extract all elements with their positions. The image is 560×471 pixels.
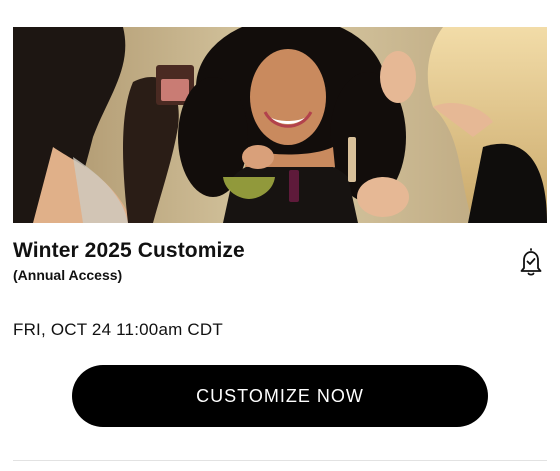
customize-now-button[interactable]: CUSTOMIZE NOW	[72, 365, 488, 427]
hero-photo-illustration	[13, 27, 547, 223]
event-subtitle: (Annual Access)	[13, 267, 123, 283]
divider	[13, 460, 547, 461]
reminder-bell-button[interactable]	[513, 244, 549, 280]
event-info: Winter 2025 Customize (Annual Access)	[13, 238, 483, 283]
event-hero-image	[13, 27, 547, 223]
bell-icon	[520, 248, 542, 276]
event-title: Winter 2025 Customize	[13, 239, 245, 262]
event-date: FRI, OCT 24 11:00am CDT	[13, 320, 223, 339]
